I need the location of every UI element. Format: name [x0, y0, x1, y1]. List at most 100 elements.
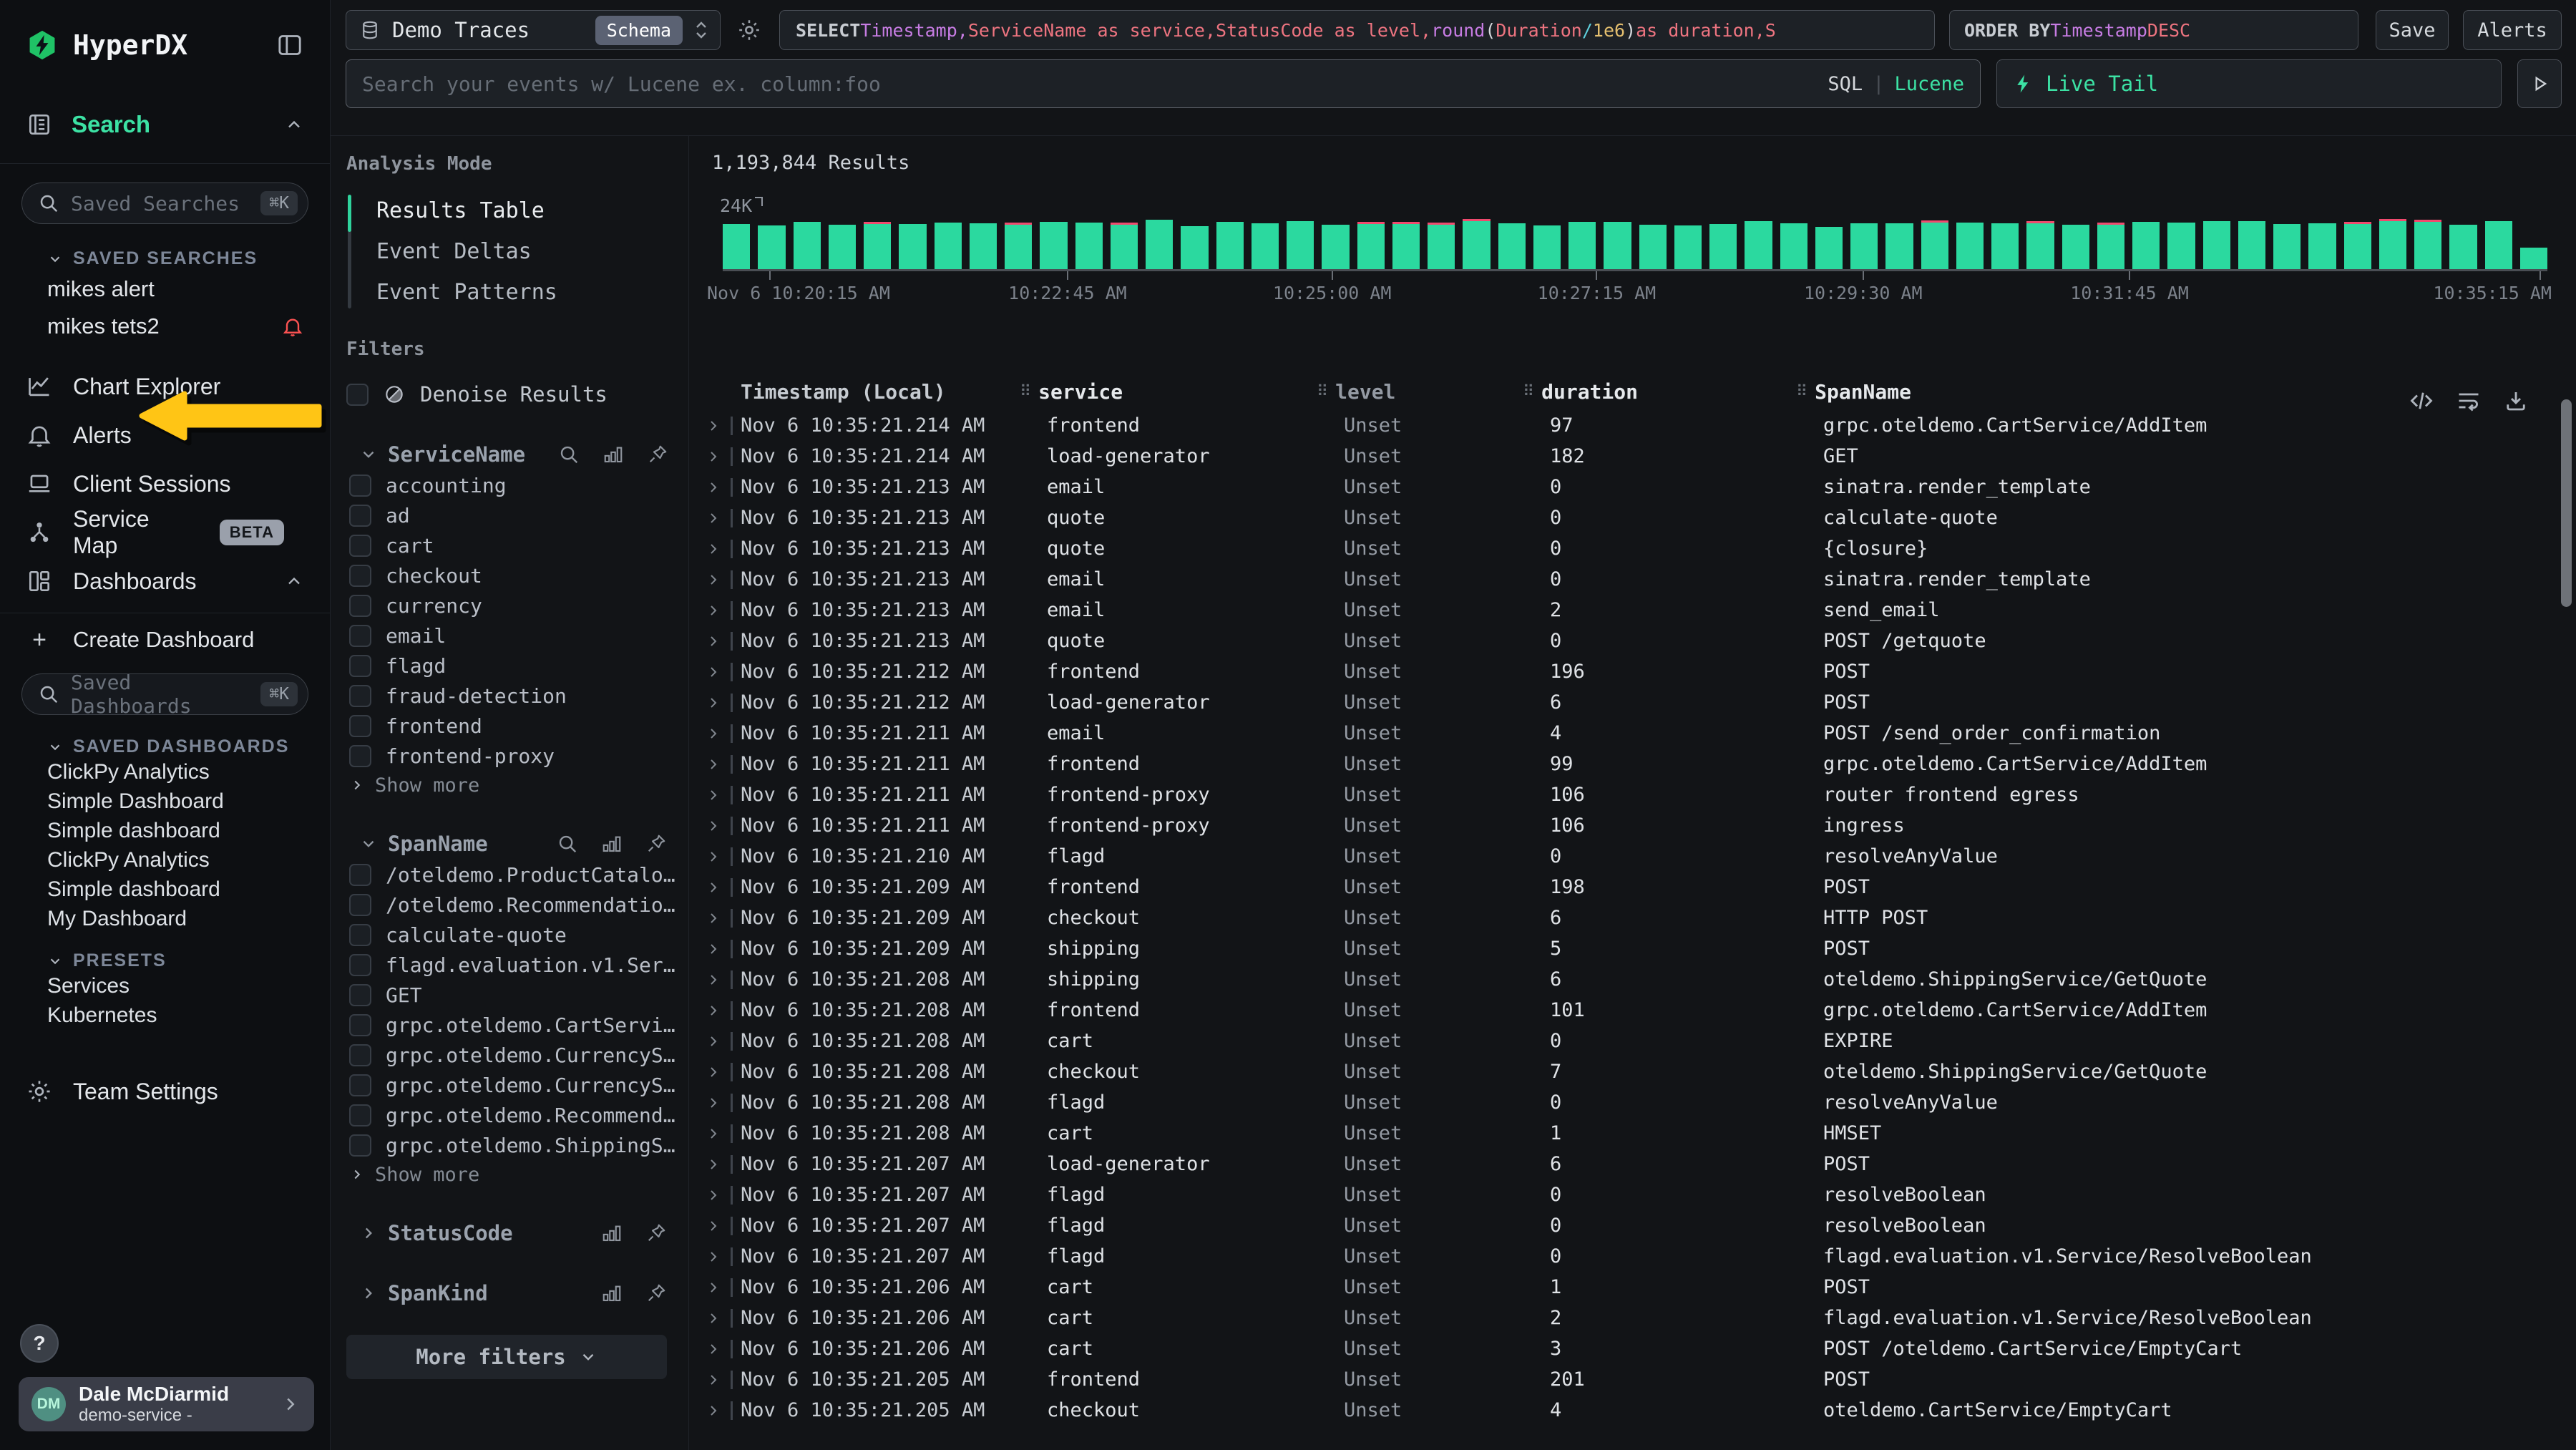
facet-pin-icon[interactable] [645, 1283, 667, 1304]
facet-option[interactable]: frontend [349, 711, 667, 741]
facet-option[interactable]: cart [349, 530, 667, 560]
histogram-bar[interactable] [1005, 223, 1032, 269]
alerts-button[interactable]: Alerts [2463, 10, 2562, 50]
column-header-duration[interactable]: ⠿duration [1523, 380, 1796, 404]
table-row[interactable]: Nov 6 10:35:21.206 AMcartUnset3POST /ote… [689, 1333, 2576, 1364]
histogram-bar[interactable] [935, 223, 962, 269]
sidebar-item-client-sessions[interactable]: Client Sessions [0, 459, 330, 508]
expand-row-icon[interactable] [705, 1248, 722, 1265]
facet-option[interactable]: checkout [349, 560, 667, 590]
expand-row-icon[interactable] [705, 571, 722, 588]
sidebar-item-dashboard[interactable]: ClickPy Analytics [0, 757, 330, 787]
histogram-bar[interactable] [1322, 225, 1349, 269]
table-row[interactable]: Nov 6 10:35:21.211 AMemailUnset4POST /se… [689, 718, 2576, 749]
facet-option[interactable]: calculate-quote [349, 920, 667, 950]
sidebar-item-dashboard[interactable]: Simple dashboard [0, 875, 330, 904]
table-row[interactable]: Nov 6 10:35:21.213 AMquoteUnset0POST /ge… [689, 626, 2576, 656]
sidebar-item-preset[interactable]: Kubernetes [0, 1001, 330, 1030]
sidebar-item-dashboard[interactable]: ClickPy Analytics [0, 845, 330, 875]
checkbox[interactable] [349, 864, 371, 886]
histogram-bar[interactable] [2344, 222, 2371, 269]
facet-search-icon[interactable] [558, 444, 580, 465]
column-header-service[interactable]: ⠿service [1020, 380, 1317, 404]
download-icon[interactable] [2503, 388, 2529, 414]
histogram-bar[interactable] [1392, 222, 1420, 269]
table-row[interactable]: Nov 6 10:35:21.208 AMflagdUnset0resolveA… [689, 1087, 2576, 1118]
table-row[interactable]: Nov 6 10:35:21.212 AMfrontendUnset196POS… [689, 656, 2576, 687]
facet-header[interactable]: StatusCode [346, 1217, 667, 1249]
histogram-bar[interactable] [1252, 223, 1279, 269]
histogram-bar[interactable] [864, 222, 891, 269]
create-dashboard-button[interactable]: + Create Dashboard [0, 619, 330, 661]
table-row[interactable]: Nov 6 10:35:21.206 AMcartUnset2flagd.eva… [689, 1303, 2576, 1333]
histogram-bar[interactable] [1956, 223, 1984, 269]
sidebar-item-dashboard[interactable]: Simple dashboard [0, 816, 330, 845]
table-row[interactable]: Nov 6 10:35:21.208 AMcheckoutUnset7oteld… [689, 1056, 2576, 1087]
facet-option[interactable]: ad [349, 500, 667, 530]
histogram-bar[interactable] [1040, 222, 1067, 269]
expand-row-icon[interactable] [705, 940, 722, 958]
collapse-sidebar-icon[interactable] [275, 31, 304, 59]
histogram-bar[interactable] [2308, 223, 2336, 269]
table-row[interactable]: Nov 6 10:35:21.207 AMload-generatorUnset… [689, 1149, 2576, 1179]
expand-row-icon[interactable] [705, 910, 722, 927]
drag-handle-icon[interactable]: ⠿ [1020, 383, 1031, 401]
histogram-bar[interactable] [1568, 222, 1596, 269]
histogram-bar[interactable] [1921, 220, 1948, 269]
facet-chart-icon[interactable] [601, 833, 623, 855]
sidebar-item-preset[interactable]: Services [0, 971, 330, 1001]
facet-option[interactable]: flagd [349, 651, 667, 681]
checkbox[interactable] [349, 715, 371, 737]
histogram-bar[interactable] [2167, 223, 2195, 269]
facet-option[interactable]: /oteldemo.Recommendatio… [349, 890, 667, 920]
sidebar-item-chart-explorer[interactable]: Chart Explorer [0, 362, 330, 411]
expand-row-icon[interactable] [705, 725, 722, 742]
expand-row-icon[interactable] [705, 1156, 722, 1173]
saved-dashboards-header[interactable]: SAVED DASHBOARDS [0, 736, 330, 757]
histogram-bar[interactable] [1991, 223, 2019, 269]
run-query-button[interactable] [2517, 59, 2562, 108]
checkbox[interactable] [349, 1134, 371, 1157]
histogram-bar[interactable] [2449, 225, 2477, 269]
checkbox[interactable] [349, 475, 371, 497]
expand-row-icon[interactable] [705, 1125, 722, 1142]
show-more-button[interactable]: Show more [349, 771, 667, 799]
sidebar-item-alerts[interactable]: Alerts [0, 411, 330, 459]
table-row[interactable]: Nov 6 10:35:21.212 AMload-generatorUnset… [689, 687, 2576, 718]
table-row[interactable]: Nov 6 10:35:21.207 AMflagdUnset0resolveB… [689, 1210, 2576, 1241]
table-row[interactable]: Nov 6 10:35:21.208 AMshippingUnset6oteld… [689, 964, 2576, 995]
checkbox[interactable] [349, 625, 371, 647]
histogram-bar[interactable] [758, 225, 785, 269]
query-language-toggle[interactable]: SQL | Lucene [1828, 73, 1964, 95]
histogram-bar[interactable] [1745, 221, 1772, 269]
histogram-bar[interactable] [1287, 221, 1314, 269]
checkbox[interactable] [349, 894, 371, 916]
expand-row-icon[interactable] [705, 756, 722, 773]
facet-pin-icon[interactable] [645, 1222, 667, 1244]
checkbox[interactable] [349, 954, 371, 976]
table-row[interactable]: Nov 6 10:35:21.213 AMquoteUnset0calculat… [689, 502, 2576, 533]
show-more-button[interactable]: Show more [349, 1160, 667, 1189]
facet-header[interactable]: ServiceName [346, 439, 667, 470]
save-button[interactable]: Save [2376, 10, 2449, 50]
expand-row-icon[interactable] [705, 540, 722, 558]
expand-row-icon[interactable] [705, 417, 722, 434]
facet-chart-icon[interactable] [601, 1222, 623, 1244]
mode-lucene[interactable]: Lucene [1894, 73, 1964, 95]
histogram-bar[interactable] [1463, 219, 1490, 269]
table-row[interactable]: Nov 6 10:35:21.213 AMemailUnset2send_ema… [689, 595, 2576, 626]
histogram-bar[interactable] [1709, 224, 1737, 269]
facet-option[interactable]: grpc.oteldemo.CartServi… [349, 1010, 667, 1040]
histogram-bar[interactable] [2132, 222, 2160, 269]
expand-row-icon[interactable] [705, 1371, 722, 1388]
histogram-bar[interactable] [829, 225, 856, 269]
table-row[interactable]: Nov 6 10:35:21.213 AMemailUnset0sinatra.… [689, 472, 2576, 502]
expand-row-icon[interactable] [705, 971, 722, 988]
sidebar-item-dashboards[interactable]: Dashboards [0, 557, 330, 605]
table-row[interactable]: Nov 6 10:35:21.211 AMfrontend-proxyUnset… [689, 810, 2576, 841]
column-header-timestamp-local-[interactable]: Timestamp (Local) [741, 380, 1020, 404]
expand-row-icon[interactable] [705, 602, 722, 619]
expand-row-icon[interactable] [705, 479, 722, 496]
expand-row-icon[interactable] [705, 1094, 722, 1111]
checkbox[interactable] [349, 745, 371, 767]
